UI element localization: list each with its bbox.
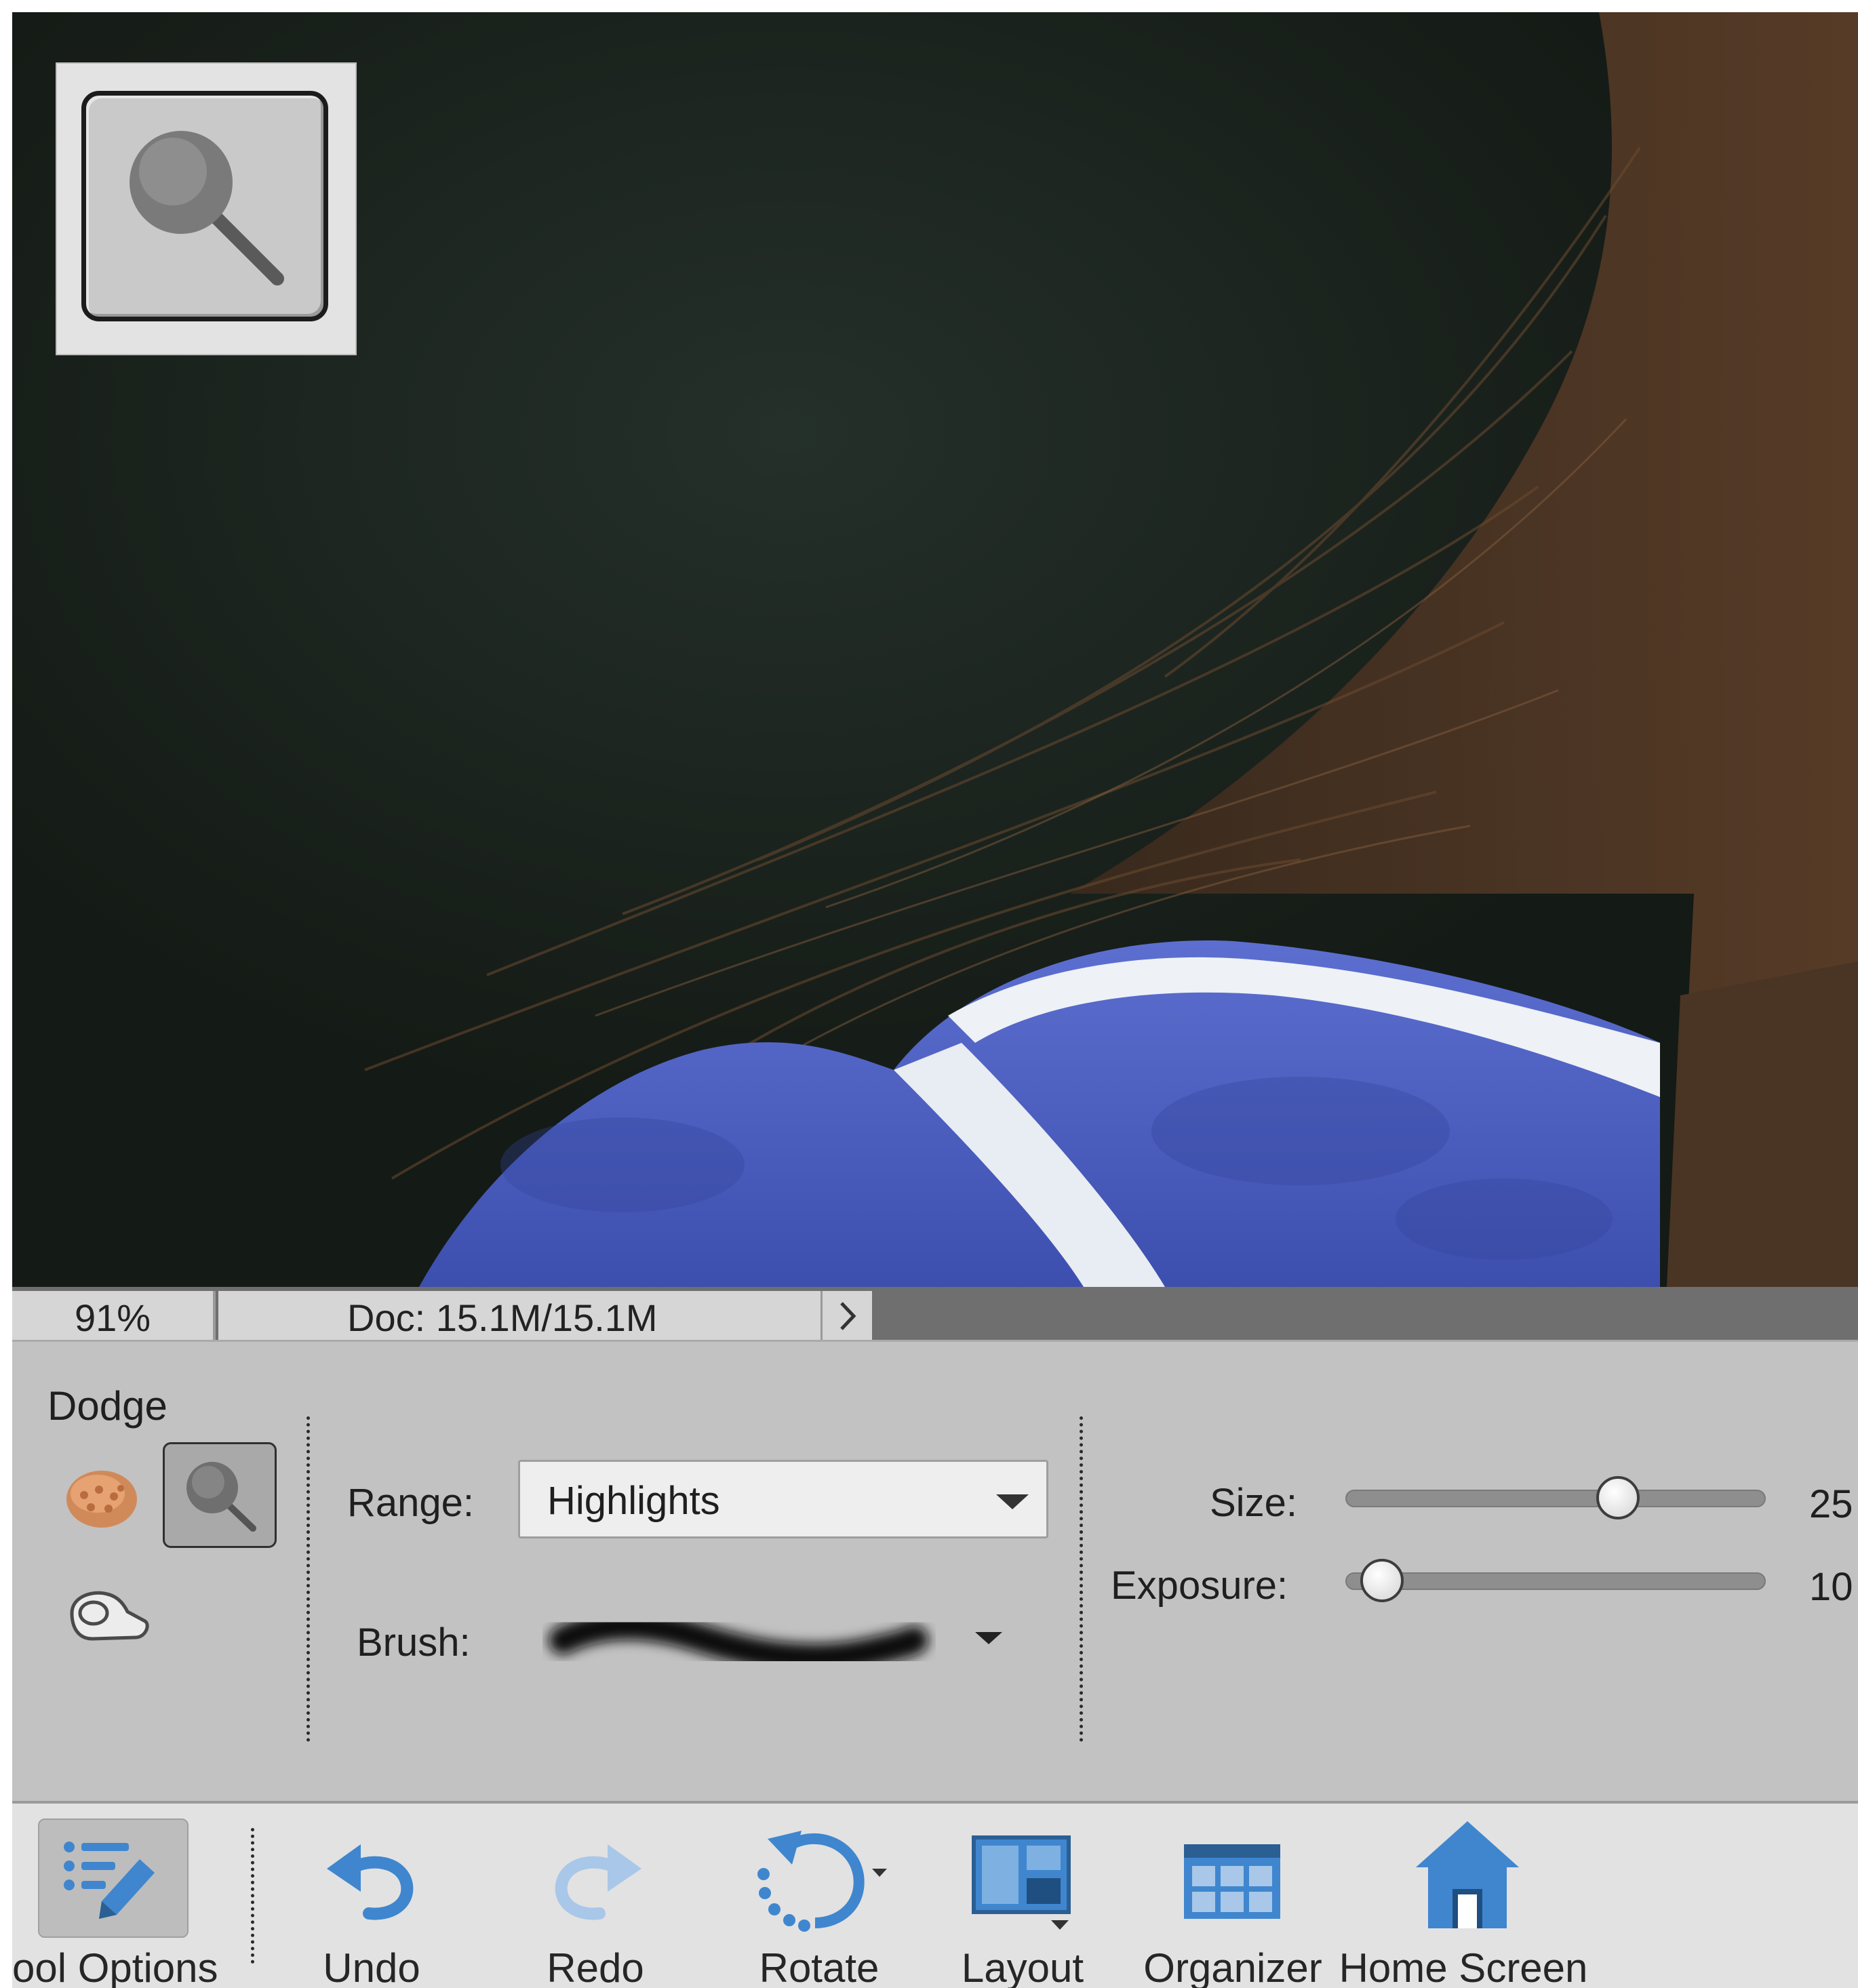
dodge-icon[interactable] [163, 1442, 277, 1548]
layout-icon [970, 1833, 1085, 1935]
range-dropdown[interactable]: Highlights [518, 1460, 1048, 1538]
photo-editor-window: 91% Doc: 15.1M/15.1M Dodge Range: Highli… [12, 12, 1858, 1988]
brush-label: Brush: [357, 1621, 471, 1665]
doc-size-info: Doc: 15.1M/15.1M [218, 1291, 821, 1340]
undo-button[interactable]: Undo [297, 1804, 446, 1988]
range-value: Highlights [547, 1479, 720, 1523]
tool-options-button[interactable]: ool Options [12, 1804, 243, 1988]
separator [251, 1828, 254, 1964]
sponge-icon[interactable] [61, 1464, 142, 1532]
chevron-down-icon [996, 1494, 1029, 1509]
tool-name: Dodge [47, 1383, 167, 1429]
tool-options-panel: Dodge Range: Highlights Brush: Size: 25 … [12, 1340, 1858, 1801]
redo-button[interactable]: Redo [514, 1804, 677, 1988]
rotate-label: Rotate [759, 1945, 879, 1988]
home-icon [1413, 1818, 1522, 1934]
exposure-slider-thumb[interactable] [1360, 1559, 1404, 1602]
layout-button[interactable]: Layout [941, 1804, 1104, 1988]
home-screen-button[interactable]: Home Screen [1328, 1804, 1599, 1988]
active-tool-badge [56, 62, 357, 355]
size-value[interactable]: 25 [1809, 1482, 1853, 1527]
status-menu-arrow[interactable] [821, 1291, 872, 1340]
size-slider[interactable] [1345, 1490, 1766, 1507]
home-screen-label: Home Screen [1339, 1945, 1588, 1988]
photo-canvas[interactable] [12, 12, 1858, 1287]
redo-icon [545, 1829, 647, 1924]
burn-icon[interactable] [65, 1586, 153, 1647]
undo-icon [321, 1829, 423, 1924]
exposure-label: Exposure: [1111, 1564, 1288, 1608]
chevron-right-icon [840, 1302, 856, 1330]
separator [1080, 1416, 1083, 1742]
size-label: Size: [1210, 1481, 1297, 1525]
tool-options-label: ool Options [12, 1945, 218, 1988]
size-slider-thumb[interactable] [1596, 1476, 1640, 1519]
status-bar: 91% Doc: 15.1M/15.1M [12, 1287, 1858, 1340]
organizer-icon [1181, 1842, 1283, 1923]
taskbar: ool Options Undo Redo Rotate Layout Orga… [12, 1801, 1858, 1988]
range-label: Range: [347, 1481, 475, 1525]
exposure-slider[interactable] [1345, 1572, 1766, 1590]
redo-label: Redo [547, 1945, 644, 1988]
organizer-label: Organizer [1143, 1945, 1322, 1988]
brush-dropdown-arrow[interactable] [975, 1632, 1002, 1644]
tool-options-icon [60, 1831, 161, 1919]
organizer-button[interactable]: Organizer [1124, 1804, 1341, 1988]
separator [307, 1416, 310, 1742]
brush-preview[interactable] [542, 1599, 936, 1688]
exposure-value[interactable]: 10 [1809, 1564, 1853, 1610]
undo-label: Undo [323, 1945, 420, 1988]
rotate-icon [745, 1821, 894, 1936]
dodge-tool-icon [81, 91, 328, 321]
zoom-level[interactable]: 91% [12, 1291, 216, 1340]
layout-label: Layout [961, 1945, 1084, 1988]
rotate-button[interactable]: Rotate [724, 1804, 914, 1988]
